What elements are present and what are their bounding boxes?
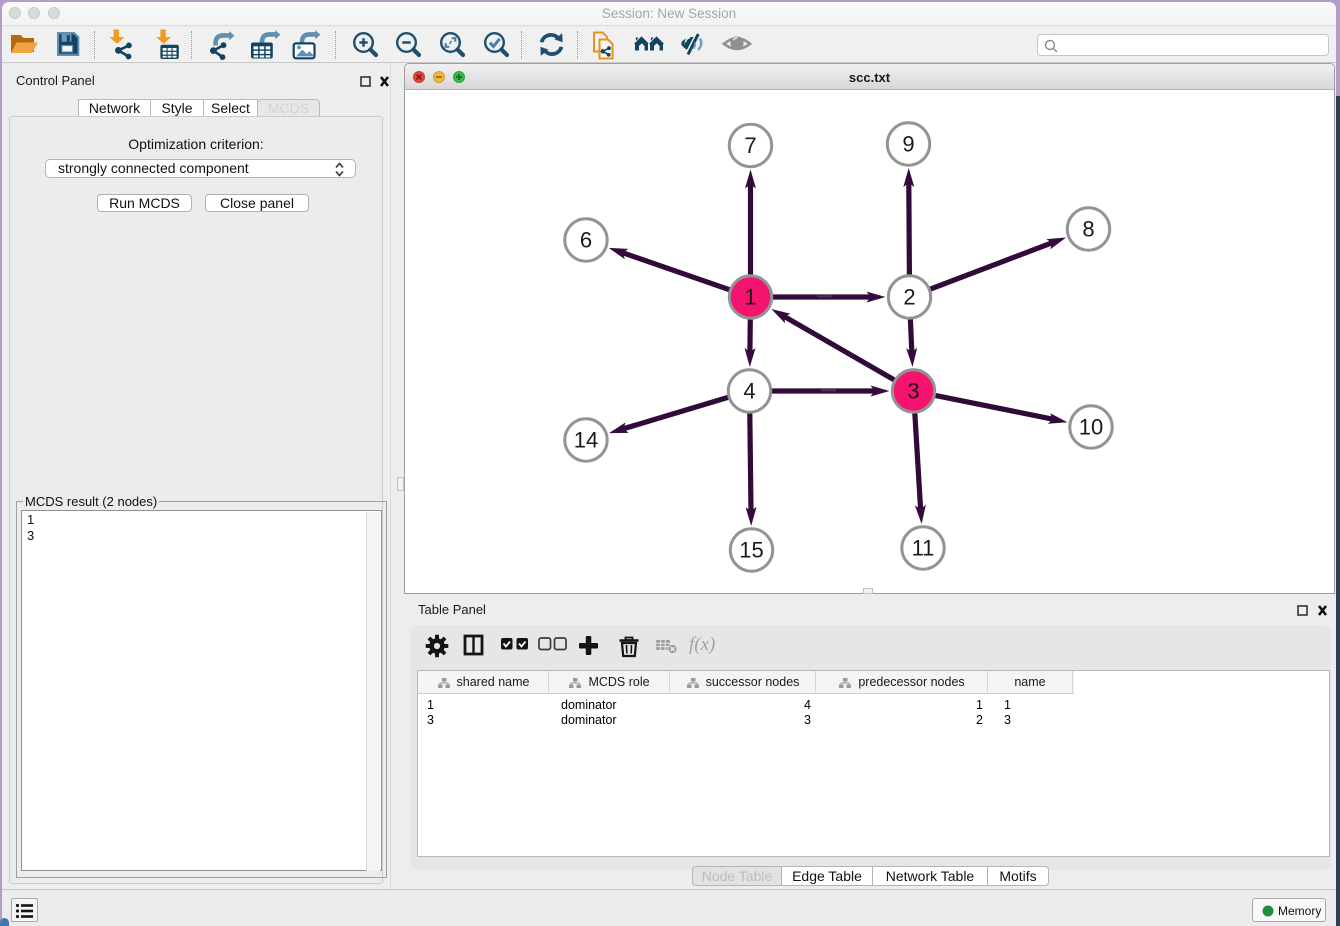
svg-text:4: 4 [743, 379, 755, 404]
svg-text:8: 8 [1082, 217, 1094, 242]
svg-text:11: 11 [912, 536, 935, 561]
svg-text:2: 2 [903, 285, 915, 310]
svg-text:10: 10 [1079, 415, 1103, 440]
svg-text:9: 9 [902, 132, 914, 157]
svg-text:15: 15 [739, 538, 763, 563]
svg-text:3: 3 [907, 379, 919, 404]
svg-text:6: 6 [580, 228, 592, 253]
svg-text:14: 14 [574, 428, 598, 453]
svg-text:1: 1 [744, 285, 756, 310]
svg-text:7: 7 [744, 133, 756, 158]
